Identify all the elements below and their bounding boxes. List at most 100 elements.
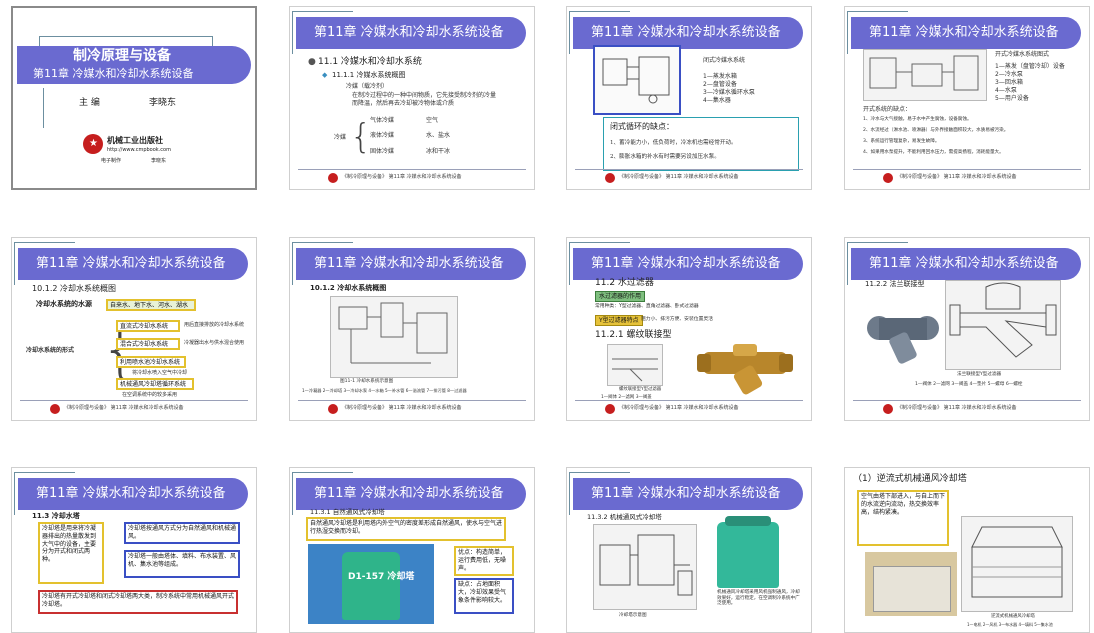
publisher-logo-icon	[328, 404, 338, 414]
s7-h2: 11.2.1 螺纹联接型	[595, 330, 672, 340]
s11-caption: 冷却塔示意图	[619, 613, 647, 618]
flanged-filter-diagram	[945, 280, 1061, 370]
s6-h1: 10.1.2 冷却水系统概图	[310, 284, 387, 292]
s11-h1: 11.3.2 机械通风式冷却塔	[587, 513, 662, 521]
s10-r2: 缺点：占地面积大，冷却效果受气象条件影响较大。	[454, 578, 514, 614]
cover-rule	[43, 88, 44, 128]
s4-caption: 开式冷媒水系统图式	[995, 51, 1050, 58]
s9-box3: 冷却塔一般由塔体、填料、布水装置、风机、集水池等组成。	[124, 550, 240, 578]
slide-thumbnail-8[interactable]: 第11章 冷媒水和冷却水系统设备 11.2.2 法兰联接型 法兰联接型Y型过滤器…	[844, 237, 1090, 421]
s9-box2: 冷却塔按通风方式分为自然通风和机械通风。	[124, 522, 240, 544]
cooling-water-diagram	[330, 296, 458, 378]
bullet-icon: ◆	[322, 71, 328, 79]
cover-subtitle: 第11章 冷媒水和冷却水系统设备	[33, 67, 194, 80]
tower-icon	[342, 552, 400, 620]
s10-h1: 11.3.1 自然通风式冷却塔	[310, 508, 385, 516]
slide-header: 第11章 冷媒水和冷却水系统设备	[296, 248, 526, 280]
s10-top-box: 自然通风冷却塔是利用塔内外空气的密度差形成自然通风，使水与空气进行热湿交换而冷却…	[306, 517, 506, 541]
brass-y-filter-photo	[697, 334, 793, 396]
slide-header: 第11章 冷媒水和冷却水系统设备	[18, 478, 248, 510]
slide-thumbnail-12[interactable]: （1）逆流式机械通风冷却塔 空气由塔下部进入，与自上而下的水流逆向流动，热交换效…	[844, 467, 1090, 633]
s7-tag1: 水过滤器的作用	[595, 291, 646, 302]
counterflow-tower-photo	[865, 552, 957, 616]
slide-footer: 《制冷原理与设备》 第11章 冷媒水和冷却水系统设备	[619, 405, 739, 411]
publisher-logo-icon	[605, 173, 615, 183]
slide-thumbnail-5[interactable]: 第11章 冷媒水和冷却水系统设备 10.1.2 冷却水系统概图 冷却水系统的水源…	[11, 237, 257, 421]
s3-disadvantage-box: 闭式循环的缺点： 1、蓄冷能力小，低负荷时，冷冻机也需经常开动。 2、膨胀水箱的…	[603, 117, 799, 171]
s12-box: 空气由塔下部进入，与自上而下的水流逆向流动，热交换效率高，结构紧凑。	[857, 490, 949, 546]
s6-caption: 图11-1 冷却水系统示意图	[340, 379, 394, 384]
s7-line1: 常用种类：Y型过滤器、直角过滤器、卧式过滤器	[595, 304, 699, 309]
s3-caption: 闭式冷媒水系统	[703, 57, 746, 64]
brace-icon: {	[350, 117, 372, 157]
open-system-diagram	[863, 49, 987, 101]
s9-box4: 冷却塔有开式冷却塔和闭式冷却塔两大类，制冷系统中常用机械通风开式冷却塔。	[38, 590, 238, 614]
cover-footer-left: 电子制作	[101, 158, 122, 164]
slide-footer: 《制冷原理与设备》 第11章 冷媒水和冷却水系统设备	[342, 405, 462, 411]
cover-title: 制冷原理与设备	[73, 48, 171, 64]
publisher-name: 机械工业出版社	[107, 136, 163, 145]
s11-text: 机械通风冷却塔采用风机强制通风，冷却效果好，运行稳定，在空调制冷系统中广泛使用。	[717, 590, 800, 607]
slide-header: 第11章 冷媒水和冷却水系统设备	[851, 17, 1081, 49]
s2-h2: 11.1.1 冷媒水系统概图	[332, 71, 406, 79]
slide-thumbnail-11[interactable]: 第11章 冷媒水和冷却水系统设备 11.3.2 机械通风式冷却塔 冷却塔示意图 …	[566, 467, 812, 633]
tower-photo	[717, 522, 779, 588]
s2-b1: 冷媒（载冷剂）	[346, 83, 389, 90]
publisher-logo-icon	[605, 404, 615, 414]
slide-footer: 《制冷原理与设备》 第11章 冷媒水和冷却水系统设备	[342, 174, 462, 180]
threaded-filter-diagram	[607, 344, 663, 386]
tower-fan-icon	[725, 516, 771, 526]
s12-caption: 逆流式机械通风冷却塔	[991, 614, 1035, 619]
bullet-icon: ●	[308, 57, 316, 67]
publisher-logo-icon	[328, 173, 338, 183]
s8-legend: 1—阀体 2—滤网 3—阀盖 4—垫片 5—螺母 6—螺栓	[915, 382, 1023, 387]
cover-author-role: 主 编	[79, 98, 100, 108]
slide-thumbnail-9[interactable]: 第11章 冷媒水和冷却水系统设备 11.3 冷却水塔 冷却塔是用来将冷凝器排出的…	[11, 467, 257, 633]
closed-system-diagram	[593, 45, 681, 115]
s7-h1: 11.2 水过滤器	[595, 278, 654, 288]
slide-thumbnail-6[interactable]: 第11章 冷媒水和冷却水系统设备 10.1.2 冷却水系统概图 图11-1 冷却…	[289, 237, 535, 421]
s5-source: 冷却水系统的水源	[36, 300, 92, 308]
publisher-logo-icon	[50, 404, 60, 414]
s7-line2: 阻力小、排污方便、安装位置灵活	[641, 317, 713, 322]
mechanical-tower-diagram	[593, 524, 697, 610]
slide-header: 第11章 冷媒水和冷却水系统设备	[18, 248, 248, 280]
slide-thumbnail-10[interactable]: 第11章 冷媒水和冷却水系统设备 11.3.1 自然通风式冷却塔 自然通风冷却塔…	[289, 467, 535, 633]
slide-footer: 《制冷原理与设备》 第11章 冷媒水和冷却水系统设备	[64, 405, 184, 411]
s10-r1: 优点：构造简单，运行费用低，无噪声。	[454, 546, 514, 576]
slide-thumbnail-3[interactable]: 第11章 冷媒水和冷却水系统设备 闭式冷媒水系统 1—蒸发水箱 2—盘管设备 3…	[566, 6, 812, 190]
publisher-logo-icon	[883, 173, 893, 183]
slide-thumbnail-4[interactable]: 第11章 冷媒水和冷却水系统设备 开式冷媒水系统图式 1—蒸发（盘管冷却）设备 …	[844, 6, 1090, 190]
slide-header: 第11章 冷媒水和冷却水系统设备	[296, 478, 526, 510]
s8-h1: 11.2.2 法兰联接型	[865, 280, 925, 288]
natural-draft-tower-photo: D1-157 冷却塔	[308, 544, 434, 624]
s7-tag2: Y型过滤器特点	[595, 315, 643, 326]
slide-header: 第11章 冷媒水和冷却水系统设备	[573, 478, 803, 510]
counterflow-tower-diagram	[961, 516, 1073, 612]
slide-thumbnail-1[interactable]: 制冷原理与设备 第11章 冷媒水和冷却水系统设备 主 编 李晓东 ★ 机械工业出…	[11, 6, 257, 190]
flanged-filter-photo	[865, 298, 941, 368]
slide-footer: 《制冷原理与设备》 第11章 冷媒水和冷却水系统设备	[897, 405, 1017, 411]
s9-h1: 11.3 冷却水塔	[32, 512, 80, 520]
slide-thumbnail-7[interactable]: 第11章 冷媒水和冷却水系统设备 11.2 水过滤器 水过滤器的作用 常用种类：…	[566, 237, 812, 421]
s12-h1: （1）逆流式机械通风冷却塔	[853, 474, 967, 484]
slide-thumbnail-2[interactable]: 第11章 冷媒水和冷却水系统设备 ● 11.1 冷媒水和冷却水系统 ◆ 11.1…	[289, 6, 535, 190]
publisher-logo-icon	[883, 404, 893, 414]
s2-b2b: 而降温，然后再去冷却被冷物体或介质	[352, 100, 455, 107]
s5-h1: 10.1.2 冷却水系统概图	[32, 284, 116, 293]
s8-caption: 法兰联接型Y型过滤器	[957, 372, 1002, 377]
s2-h1: 11.1 冷媒水和冷却水系统	[318, 57, 422, 67]
slide-header: 第11章 冷媒水和冷却水系统设备	[296, 17, 526, 49]
s7-caption: 螺纹联接型Y型过滤器	[619, 387, 662, 392]
s5-left: 冷却水系统的形式	[26, 347, 75, 354]
s10-photo-text: D1-157 冷却塔	[348, 572, 415, 582]
s2-b2a: 在制冷过程中的一种中间物质，它先接受制冷剂的冷量	[352, 92, 497, 99]
s6-legend: 1—冷凝器 2—冷却塔 3—冷却水泵 4—水箱 5—补水管 6—溢流管 7—排污…	[302, 388, 467, 393]
slide-header: 第11章 冷媒水和冷却水系统设备	[851, 248, 1081, 280]
slide-footer: 《制冷原理与设备》 第11章 冷媒水和冷却水系统设备	[619, 174, 739, 180]
cover-author: 李晓东	[149, 98, 177, 108]
s9-box1: 冷却塔是用来将冷凝器排出的热量散发到大气中的设备，主要分为开式和闭式两种。	[38, 522, 104, 584]
s4-title: 开式系统的缺点：	[863, 106, 912, 113]
slide-sorter-grid: 制冷原理与设备 第11章 冷媒水和冷却水系统设备 主 编 李晓东 ★ 机械工业出…	[0, 0, 1094, 633]
s12-legend: 1—电机 2—风机 3—布水器 4—填料 5—集水池	[967, 622, 1053, 627]
